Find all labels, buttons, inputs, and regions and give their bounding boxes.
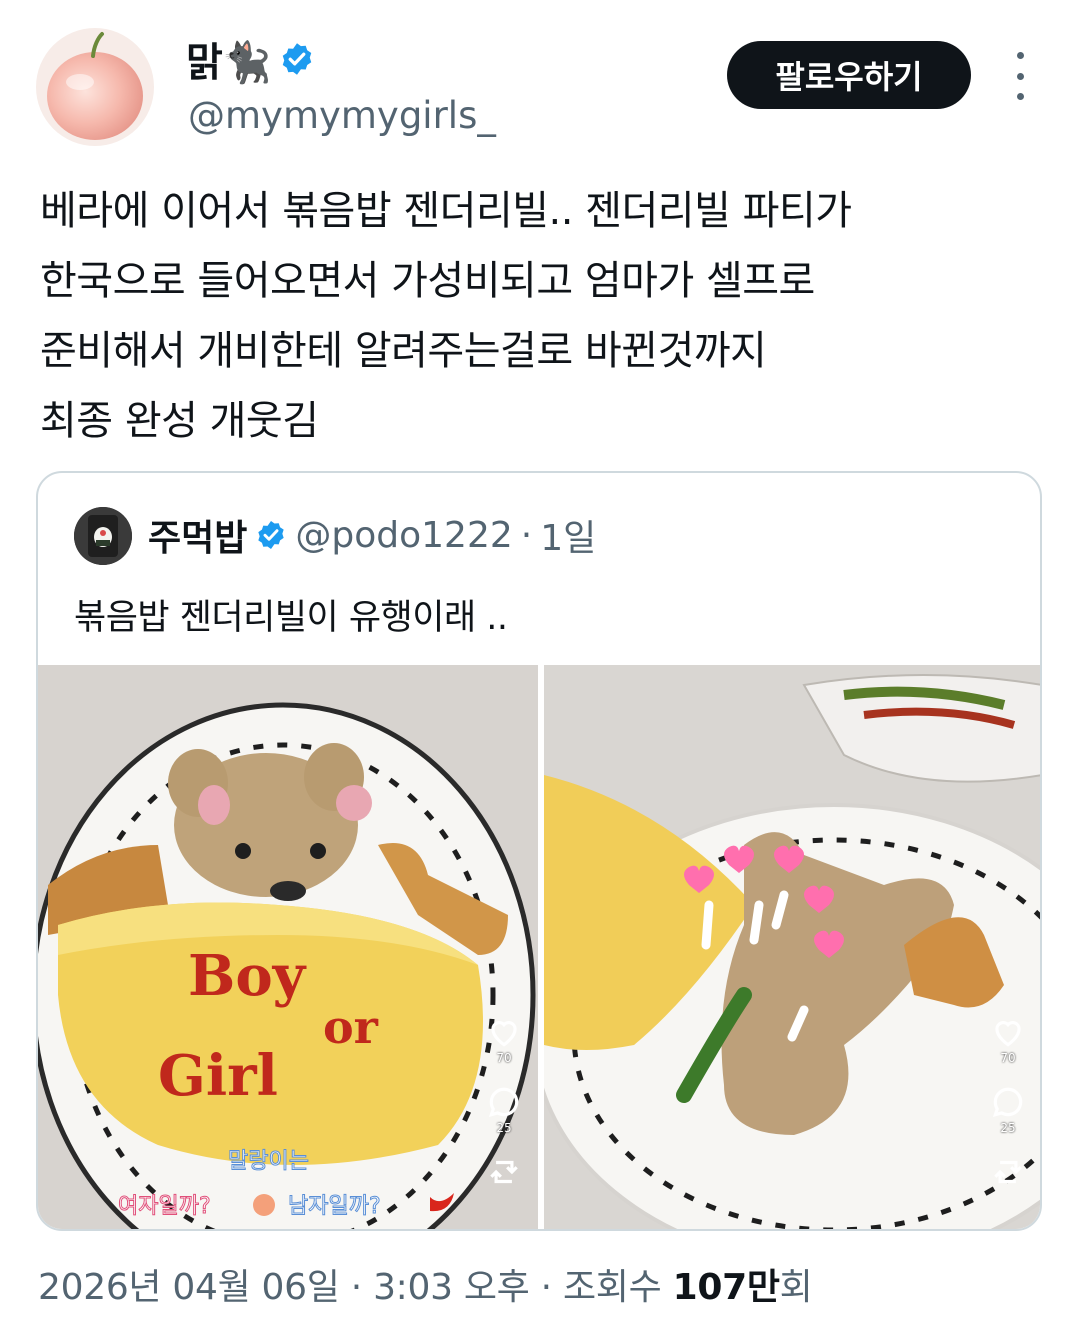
meta-separator: · — [350, 1267, 362, 1308]
ketchup-boy-text: Boy — [188, 943, 307, 1009]
repost-icon[interactable] — [989, 1153, 1027, 1191]
comment-count: 25 — [1000, 1121, 1016, 1135]
author-handle[interactable]: @mymymygirls_ — [188, 94, 496, 137]
quote-header: 주먹밥 @podo1222 · 1일 — [148, 509, 596, 561]
comment-icon[interactable] — [989, 1083, 1027, 1121]
media2-overlay: 70 25 — [988, 1013, 1028, 1191]
more-vertical-icon — [1016, 52, 1024, 59]
tweet-time[interactable]: 3:03 오후 — [373, 1267, 530, 1308]
author-name[interactable]: 맑🐈‍⬛ — [186, 30, 272, 88]
avatar[interactable] — [36, 28, 154, 146]
heart-icon[interactable] — [485, 1013, 523, 1051]
comment-count: 25 — [496, 1121, 512, 1135]
quoted-tweet-card[interactable]: 주먹밥 @podo1222 · 1일 볶음밥 젠더리빌이 유행이래 .. Boy… — [36, 471, 1042, 1231]
quote-media-2[interactable]: 70 25 — [544, 665, 1040, 1229]
more-options-button[interactable] — [1005, 52, 1035, 100]
views-suffix: 회 — [779, 1267, 813, 1308]
quote-author-handle[interactable]: @podo1222 — [295, 515, 512, 556]
ketchup-girl-text: Girl — [158, 1043, 278, 1109]
rice-ball-avatar-icon — [74, 507, 132, 565]
quote-time[interactable]: 1일 — [540, 509, 596, 561]
follow-button[interactable]: 팔로우하기 — [727, 41, 971, 109]
meta-separator: · — [540, 1267, 552, 1308]
caption-line2a: 여자일까? — [118, 1194, 211, 1219]
caption-line2b: 남자일까? — [288, 1194, 381, 1219]
views-label: 조회수 — [562, 1267, 662, 1308]
verified-badge-icon — [282, 43, 311, 75]
like-count: 70 — [1000, 1051, 1016, 1065]
peach-emoji-icon — [253, 1194, 275, 1216]
quote-author-name[interactable]: 주먹밥 — [148, 509, 247, 561]
heart-icon[interactable] — [989, 1013, 1027, 1051]
quote-media-1[interactable]: Boy or Girl 말랑이는 여자일까? 남자일까? 70 25 — [38, 665, 538, 1229]
quote-separator: · — [520, 514, 533, 556]
quote-text: 볶음밥 젠더리빌이 유행이래 .. — [74, 598, 508, 638]
author-name-row: 맑🐈‍⬛ — [186, 30, 315, 88]
repost-icon[interactable] — [485, 1153, 523, 1191]
bear-rice-hearts-photo — [544, 665, 1040, 1229]
verified-badge-icon — [258, 521, 285, 549]
quote-avatar[interactable] — [74, 507, 132, 565]
peach-apple-avatar-icon — [36, 28, 154, 146]
media1-overlay: 70 25 — [484, 1013, 524, 1191]
tweet-text: 베라에 이어서 볶음밥 젠더리빌.. 젠더리빌 파티가 한국으로 들어오면서 가… — [40, 188, 852, 444]
views-count[interactable]: 107만 — [673, 1267, 780, 1308]
ketchup-or-text: or — [323, 1000, 379, 1054]
tweet-meta: 2026년 04월 06일 · 3:03 오후 · 조회수 107만회 — [38, 1258, 813, 1310]
comment-icon[interactable] — [485, 1083, 523, 1121]
tweet-date[interactable]: 2026년 04월 06일 — [38, 1267, 340, 1308]
like-count: 70 — [496, 1051, 512, 1065]
omelette-bear-rice-photo: Boy or Girl 말랑이는 여자일까? 남자일까? — [38, 665, 538, 1229]
caption-line1: 말랑이는 — [228, 1149, 309, 1174]
